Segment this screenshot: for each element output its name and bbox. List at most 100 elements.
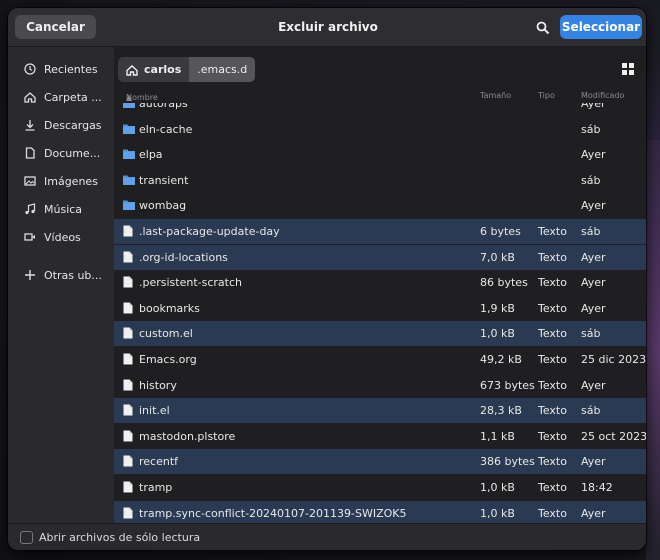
file-name: transient [139, 173, 189, 187]
header-bar: Cancelar Excluir archivo Seleccionar [8, 8, 646, 47]
file-row[interactable]: tramp.sync-conflict-20240107-201139-SWIZ… [114, 500, 646, 523]
breadcrumb-current-label: .emacs.d [197, 63, 248, 76]
file-size: 86 bytes [480, 276, 528, 290]
file-size: 1,0 kB [480, 327, 515, 341]
file-browser: carlos .emacs.d Nombre ▲ Tamaño Tipo Mod… [114, 47, 646, 523]
file-row[interactable]: tramp 1,0 kB Texto 18:42 [114, 475, 646, 500]
file-type: Texto [538, 506, 567, 520]
text-file-icon [123, 379, 135, 391]
file-size: 1,0 kB [480, 481, 515, 494]
sidebar-item-label: Música [44, 202, 83, 216]
sidebar-item-pictures[interactable]: Imágenes [8, 169, 114, 193]
search-button[interactable] [532, 17, 554, 39]
file-row[interactable]: recentf 386 bytes Texto Ayer [114, 449, 646, 475]
text-file-icon [123, 430, 135, 442]
file-modified: Ayer [581, 276, 606, 290]
sidebar-item-videos[interactable]: Vídeos [8, 225, 114, 249]
folder-icon [123, 148, 135, 160]
text-file-icon [123, 353, 135, 365]
breadcrumb-home[interactable]: carlos [118, 57, 190, 82]
file-modified: Ayer [581, 378, 606, 392]
column-modified[interactable]: Modificado [581, 91, 624, 100]
folder-row[interactable]: transient sáb [114, 168, 646, 193]
file-type: Texto [538, 276, 567, 290]
file-name: .last-package-update-day [139, 225, 280, 238]
folder-icon [123, 174, 135, 186]
file-name: .persistent-scratch [139, 276, 242, 290]
file-modified: Ayer [581, 103, 606, 110]
folder-row[interactable]: wombag Ayer [114, 193, 646, 218]
file-size: 28,3 kB [480, 404, 522, 418]
readonly-label: Abrir archivos de sólo lectura [39, 531, 201, 544]
file-modified: 25 dic 2023 [581, 353, 646, 366]
file-modified: 18:42 [581, 481, 613, 494]
desktop-background-strip [646, 140, 660, 560]
file-modified: Ayer [581, 199, 606, 213]
file-type: Texto [538, 250, 567, 264]
file-chooser-dialog: Cancelar Excluir archivo Seleccionar Rec… [8, 8, 646, 550]
file-type: Texto [538, 455, 567, 469]
file-modified: sáb [581, 327, 601, 341]
file-name: Emacs.org [139, 353, 197, 366]
search-icon [536, 21, 550, 35]
column-size[interactable]: Tamaño [480, 91, 511, 100]
sidebar-item-music[interactable]: Música [8, 197, 114, 221]
text-file-icon [123, 251, 135, 263]
file-size: 1,0 kB [480, 506, 515, 520]
places-sidebar: Recientes Carpeta ... Descargas Docume..… [8, 47, 114, 523]
file-type: Texto [538, 301, 567, 315]
file-row[interactable]: init.el 28,3 kB Texto sáb [114, 398, 646, 424]
sidebar-item-documents[interactable]: Docume... [8, 141, 114, 165]
folder-row[interactable]: eln-cache sáb [114, 117, 646, 142]
file-row[interactable]: custom.el 1,0 kB Texto sáb [114, 321, 646, 347]
text-file-icon [123, 327, 135, 339]
breadcrumb: carlos .emacs.d [118, 57, 256, 82]
text-file-icon [123, 404, 135, 416]
file-row[interactable]: .last-package-update-day 6 bytes Texto sáb [114, 219, 646, 244]
file-name: mastodon.plstore [139, 429, 236, 443]
folder-row[interactable]: autoraps Ayer [114, 103, 646, 116]
file-size: 7,0 kB [480, 250, 515, 264]
sort-ascending-icon: ▲ [126, 93, 133, 102]
sidebar-item-label: Descargas [44, 118, 102, 132]
grid-view-icon [622, 63, 634, 75]
select-button[interactable]: Seleccionar [560, 15, 642, 39]
file-row[interactable]: .org-id-locations 7,0 kB Texto Ayer [114, 244, 646, 270]
file-row[interactable]: bookmarks 1,9 kB Texto Ayer [114, 296, 646, 321]
file-name: init.el [139, 404, 170, 418]
plus-icon [23, 268, 37, 282]
home-icon [126, 64, 138, 76]
sidebar-item-label: Recientes [44, 62, 98, 76]
text-file-icon [123, 507, 135, 519]
sidebar-item-downloads[interactable]: Descargas [8, 113, 114, 137]
document-icon [23, 146, 37, 160]
column-header: Nombre ▲ Tamaño Tipo Modificado [114, 89, 646, 103]
file-modified: Ayer [581, 250, 606, 264]
file-size: 6 bytes [480, 225, 521, 238]
column-type[interactable]: Tipo [538, 91, 555, 100]
music-icon [23, 202, 37, 216]
breadcrumb-current[interactable]: .emacs.d [189, 57, 256, 82]
file-row[interactable]: history 673 bytes Texto Ayer [114, 373, 646, 398]
file-row[interactable]: .persistent-scratch 86 bytes Texto Ayer [114, 270, 646, 295]
file-name: custom.el [139, 327, 193, 341]
view-toggle-button[interactable] [621, 61, 637, 77]
readonly-checkbox[interactable] [20, 531, 33, 544]
file-row[interactable]: Emacs.org 49,2 kB Texto 25 dic 2023 [114, 347, 646, 372]
file-size: 1,1 kB [480, 429, 515, 443]
sidebar-item-other-locations[interactable]: Otras ub... [8, 263, 114, 287]
sidebar-item-home[interactable]: Carpeta ... [8, 85, 114, 109]
cancel-button[interactable]: Cancelar [15, 15, 96, 39]
file-type: Texto [538, 429, 567, 443]
folder-icon [123, 103, 135, 109]
sidebar-item-label: Imágenes [44, 174, 98, 188]
folder-row[interactable]: elpa Ayer [114, 142, 646, 167]
text-file-icon [123, 455, 135, 467]
file-type: Texto [538, 353, 567, 366]
folder-icon [123, 123, 135, 135]
file-row[interactable]: mastodon.plstore 1,1 kB Texto 25 oct 2023 [114, 424, 646, 449]
file-type: Texto [538, 327, 567, 341]
sidebar-item-recent[interactable]: Recientes [8, 57, 114, 81]
sidebar-item-label: Vídeos [44, 230, 81, 244]
file-size: 673 bytes [480, 378, 535, 392]
